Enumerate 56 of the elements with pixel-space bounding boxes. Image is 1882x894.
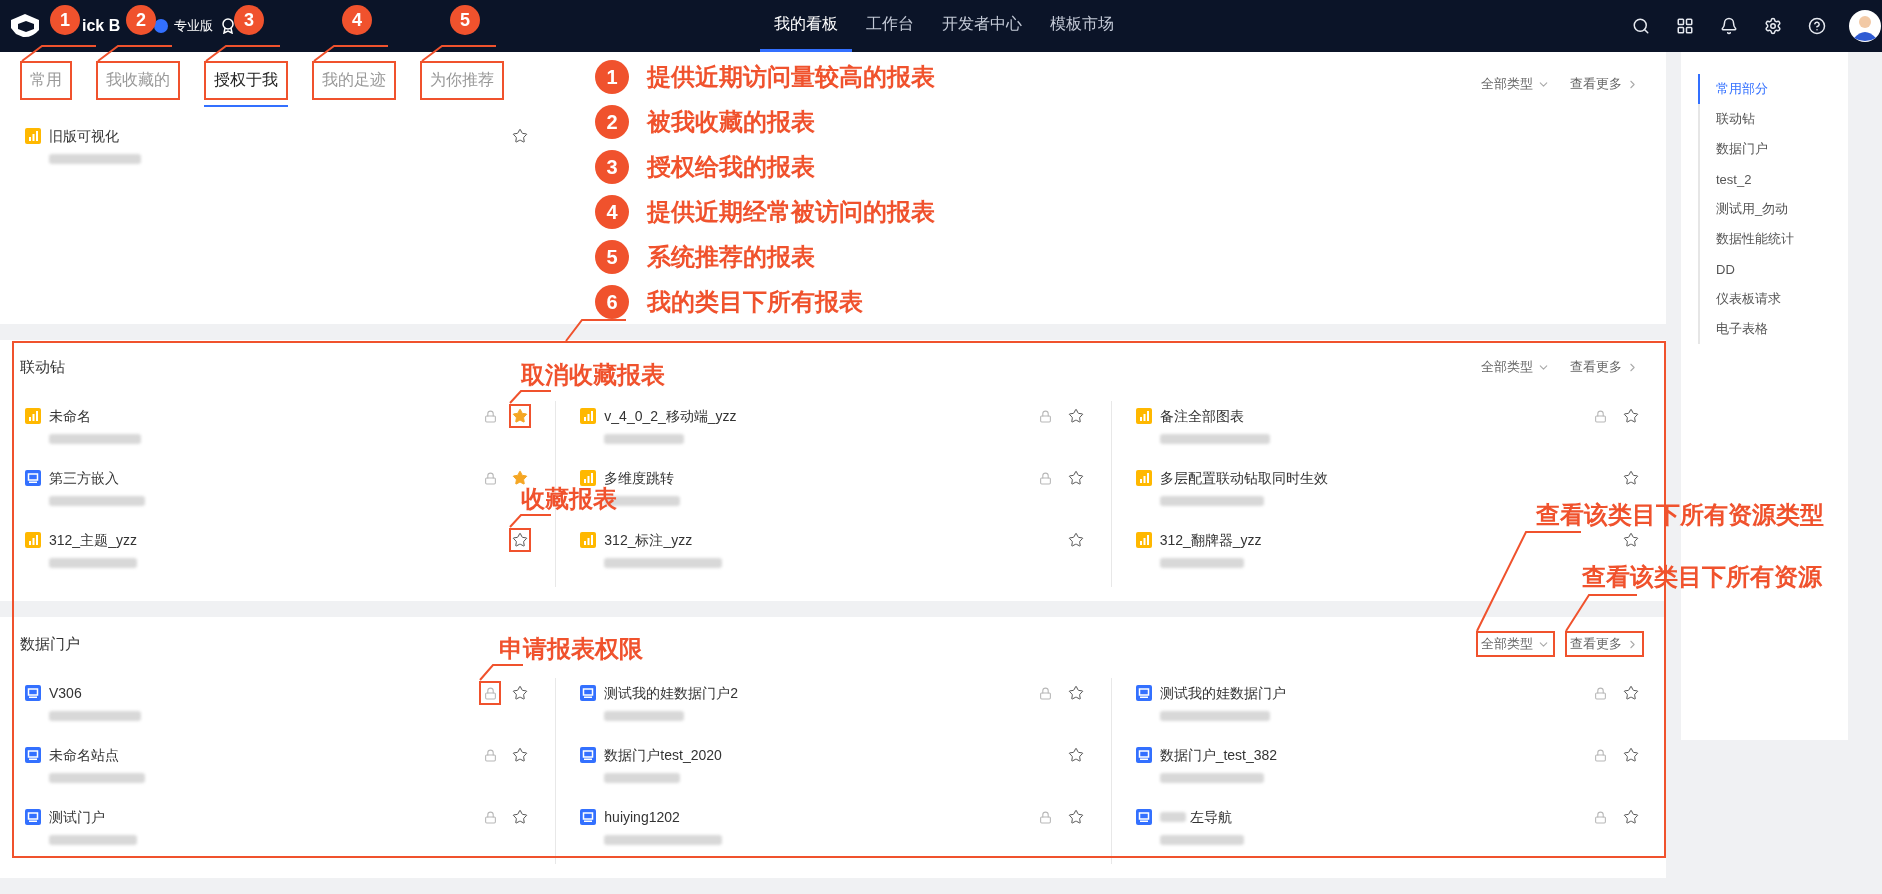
number-badge: 4 xyxy=(595,195,629,229)
legend-text: 被我收藏的报表 xyxy=(647,107,815,137)
view-more-link[interactable]: 查看更多 xyxy=(1565,631,1644,657)
legend-text: 系统推荐的报表 xyxy=(647,242,815,272)
report-name[interactable]: 多维度跳转 xyxy=(604,468,675,488)
number-badge: 5 xyxy=(595,240,629,274)
report-name[interactable]: 未命名站点 xyxy=(49,745,119,765)
number-badge: 6 xyxy=(595,285,629,319)
view-more-link[interactable]: 查看更多 xyxy=(1565,354,1644,380)
report-name[interactable]: 数据门户_test_382 xyxy=(1159,745,1278,765)
logo-text: ick B xyxy=(82,17,121,35)
type-filter-dropdown[interactable]: 全部类型 xyxy=(1476,71,1555,97)
nav-tab[interactable]: 开发者中心 xyxy=(928,0,1036,52)
nav-tab[interactable]: 工作台 xyxy=(852,0,928,52)
report-name[interactable]: huiying1202 xyxy=(604,807,680,827)
report-name[interactable]: 多层配置联动钻取同时生效 xyxy=(1159,468,1328,488)
report-name[interactable]: v_4_0_2_移动端_yzz xyxy=(604,406,737,426)
callout-text: 取消收藏报表 xyxy=(521,361,666,389)
report-name[interactable]: 312_主题_yzz xyxy=(49,530,137,550)
report-name[interactable]: 未命名 xyxy=(49,406,91,426)
sidebar-item[interactable]: 数据门户 xyxy=(1698,134,1848,164)
sidebar-item[interactable]: 联动钻 xyxy=(1698,104,1848,134)
view-more-link[interactable]: 查看更多 xyxy=(1565,71,1644,97)
report-name[interactable]: V306 xyxy=(49,683,82,703)
legend-text: 提供近期访问量较高的报表 xyxy=(647,62,935,92)
report-name[interactable]: 测试门户 xyxy=(49,807,105,827)
section-title: 联动钻 xyxy=(20,357,65,377)
nav-tab[interactable]: 模板市场 xyxy=(1036,0,1128,52)
legend-text: 我的类目下所有报表 xyxy=(647,287,863,317)
report-name[interactable]: 数据门户test_2020 xyxy=(604,745,722,765)
number-badge: 3 xyxy=(595,150,629,184)
type-filter-dropdown[interactable]: 全部类型 xyxy=(1476,631,1555,657)
sidebar-item[interactable]: 电子表格 xyxy=(1698,314,1848,344)
report-name[interactable]: 第三方嵌入 xyxy=(49,468,119,488)
edition-label: 专业版 xyxy=(174,17,214,35)
callout-text: 收藏报表 xyxy=(521,485,618,513)
number-badge: 2 xyxy=(595,105,629,139)
legend-text: 提供近期经常被访问的报表 xyxy=(647,197,935,227)
legend-text: 授权给我的报表 xyxy=(647,152,815,182)
sidebar-item[interactable]: 仪表板请求 xyxy=(1698,284,1848,314)
number-badge: 1 xyxy=(595,60,629,94)
report-name[interactable]: 312_翻牌器_yzz xyxy=(1159,530,1262,550)
section-title: 数据门户 xyxy=(20,634,80,654)
report-name[interactable]: 备注全部图表 xyxy=(1159,406,1244,426)
report-name[interactable]: 旧版可视化 xyxy=(49,126,119,146)
report-name[interactable]: 左导航 xyxy=(1189,807,1232,827)
sidebar-item[interactable]: test_2 xyxy=(1698,164,1848,194)
sidebar-item[interactable]: 常用部分 xyxy=(1698,74,1848,104)
sidebar-item[interactable]: 数据性能统计 xyxy=(1698,224,1848,254)
sidebar-item[interactable]: DD xyxy=(1698,254,1848,284)
type-filter-dropdown[interactable]: 全部类型 xyxy=(1476,354,1555,380)
report-name[interactable]: 测试我的娃数据门户2 xyxy=(604,683,739,703)
report-name[interactable]: 测试我的娃数据门户 xyxy=(1159,683,1286,703)
report-name[interactable]: 312_标注_yzz xyxy=(604,530,693,550)
sidebar-item[interactable]: 测试用_勿动 xyxy=(1698,194,1848,224)
callout-text: 申请报表权限 xyxy=(499,635,644,663)
